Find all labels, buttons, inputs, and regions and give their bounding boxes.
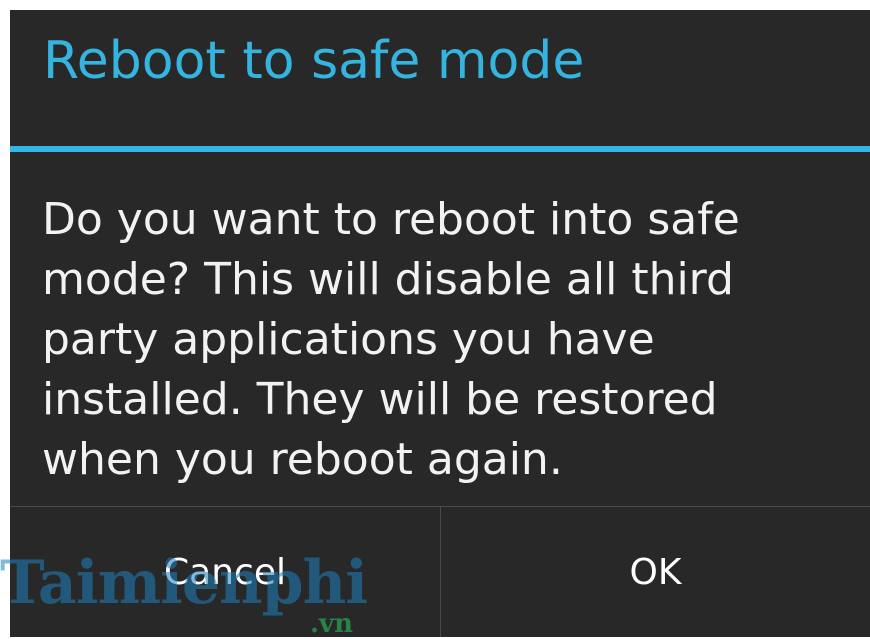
dialog-title-bar: Reboot to safe mode (10, 10, 870, 146)
dialog-title: Reboot to safe mode (43, 31, 585, 91)
ok-button[interactable]: OK (441, 507, 870, 637)
cancel-button[interactable]: Cancel (10, 507, 440, 637)
title-divider (10, 146, 870, 152)
dialog-button-bar: Cancel OK (10, 506, 870, 637)
safe-mode-dialog: Reboot to safe mode Do you want to reboo… (10, 10, 870, 637)
dialog-message: Do you want to reboot into safe mode? Th… (42, 194, 740, 485)
